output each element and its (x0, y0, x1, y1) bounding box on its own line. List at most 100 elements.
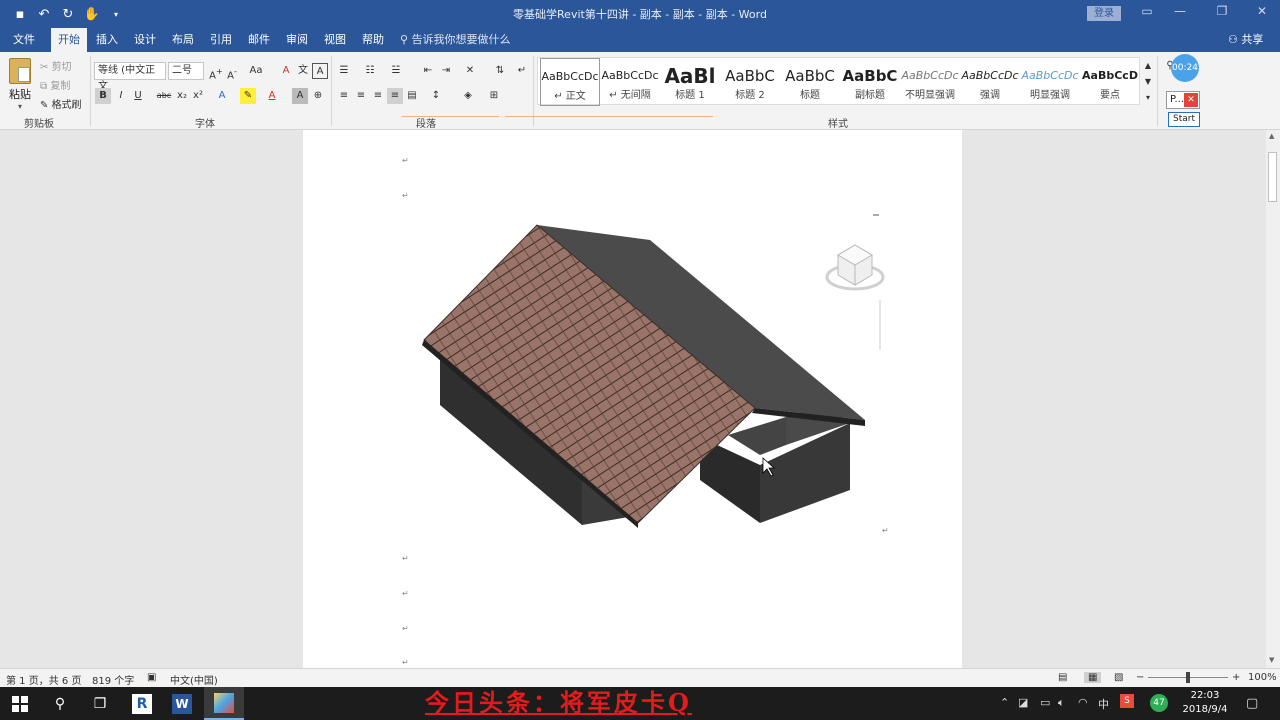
task-view-icon[interactable]: ❐ (80, 687, 120, 720)
tab-help[interactable]: 帮助 (355, 28, 391, 52)
highlight-icon[interactable]: ✎ (240, 88, 256, 104)
scroll-thumb[interactable] (1268, 152, 1277, 202)
zoom-in-icon[interactable]: + (1232, 672, 1240, 683)
style-emphasis[interactable]: AaBbCcDc 强调 (960, 58, 1020, 106)
subscript-icon[interactable]: x₂ (174, 88, 190, 104)
asian-layout-icon[interactable]: ✕ (462, 63, 478, 79)
recorder-close-icon[interactable]: ✕ (1184, 93, 1198, 107)
zoom-level[interactable]: 100% (1248, 672, 1277, 683)
start-button[interactable] (0, 687, 40, 720)
zoom-out-icon[interactable]: − (1136, 672, 1144, 683)
sort-icon[interactable]: ⇅ (492, 63, 508, 79)
recording-timer[interactable]: 00:24 (1171, 54, 1199, 82)
tab-references[interactable]: 引用 (203, 28, 239, 52)
tell-me-box[interactable]: ⚲ 告诉我你想要做什么 (400, 28, 511, 52)
char-shading-icon[interactable]: A (292, 88, 308, 104)
superscript-icon[interactable]: x² (190, 88, 206, 104)
volume-icon[interactable]: 🔈︎ (1058, 696, 1065, 710)
styles-more-icon[interactable]: ▾ (1140, 90, 1156, 106)
share-button[interactable]: ⚇ 共享 (1228, 28, 1263, 52)
phonetic-guide-icon[interactable]: 文 (295, 63, 311, 79)
font-name-combo[interactable]: 等线 (中文正文 (94, 62, 166, 92)
italic-icon[interactable]: I (113, 88, 129, 104)
ime-indicator[interactable]: 中 (1098, 696, 1109, 712)
text-effects-icon[interactable]: A (214, 88, 230, 104)
grow-font-icon[interactable]: A+ (208, 63, 224, 81)
styles-scroll-up-icon[interactable]: ▲ (1140, 58, 1156, 74)
recorder-start-button[interactable]: Start (1168, 112, 1200, 127)
tray-app-icon[interactable]: ◪ (1018, 696, 1028, 709)
paste-dropdown-icon[interactable]: ▾ (6, 102, 34, 111)
scroll-down-icon[interactable]: ▼ (1269, 656, 1274, 664)
tab-view[interactable]: 视图 (317, 28, 353, 52)
cut-button[interactable]: ✂ 剪切 (40, 58, 72, 73)
shrink-font-icon[interactable]: A- (224, 63, 240, 81)
shading-icon[interactable]: ◈ (460, 88, 476, 104)
revit-app-icon[interactable]: R (122, 687, 162, 720)
clear-format-icon[interactable]: A (278, 63, 294, 79)
underline-icon[interactable]: U (130, 88, 146, 104)
proofing-icon[interactable]: ▣ (147, 672, 156, 683)
ribbon-display-icon[interactable]: ▭ (1137, 4, 1157, 18)
style-heading-2[interactable]: AaBbC 标题 2 (720, 58, 780, 106)
word-app-icon[interactable]: W (162, 687, 202, 720)
login-button[interactable]: 登录 (1087, 6, 1121, 21)
distribute-icon[interactable]: ▤ (404, 88, 420, 104)
vertical-scrollbar[interactable]: ▲ ▼ (1266, 130, 1280, 668)
copy-button[interactable]: ⧉ 复制 (40, 77, 70, 92)
align-center-icon[interactable]: ≡ (353, 88, 369, 104)
paint-app-icon[interactable] (204, 687, 244, 720)
tab-review[interactable]: 审阅 (279, 28, 315, 52)
web-layout-icon[interactable]: ▧ (1114, 672, 1123, 683)
recorder-panel[interactable]: P... ✕ (1166, 91, 1200, 109)
sogou-icon[interactable]: S (1120, 694, 1134, 708)
font-color-icon[interactable]: A (264, 88, 280, 104)
style-subtle-emphasis[interactable]: AaBbCcDc 不明显强调 (900, 58, 960, 106)
tab-file[interactable]: 文件 (6, 28, 42, 52)
battery-icon[interactable]: ▭ (1040, 696, 1050, 709)
language[interactable]: 中文(中国) (170, 672, 218, 687)
house-3d-image[interactable] (410, 205, 890, 535)
char-border-icon[interactable]: A (312, 63, 328, 79)
numbering-icon[interactable]: ☷ (362, 63, 378, 79)
justify-icon[interactable]: ≡ (387, 88, 403, 104)
print-layout-icon[interactable]: ▦ (1084, 672, 1102, 683)
styles-scroll-down-icon[interactable]: ▼ (1140, 74, 1156, 90)
font-size-combo[interactable]: 二号 (168, 62, 204, 80)
search-icon[interactable]: ⚲ (40, 687, 80, 720)
tab-insert[interactable]: 插入 (89, 28, 125, 52)
minimize-button[interactable]: — (1170, 4, 1190, 18)
maximize-button[interactable]: ❐ (1212, 4, 1232, 18)
action-center-icon[interactable]: ▢ (1246, 696, 1258, 711)
notification-badge[interactable]: 47 (1150, 694, 1168, 712)
page-count[interactable]: 第 1 页，共 6 页 (6, 672, 81, 687)
close-button[interactable]: ✕ (1252, 4, 1272, 18)
align-right-icon[interactable]: ≡ (370, 88, 386, 104)
format-painter-button[interactable]: ✎ 格式刷 (40, 96, 82, 111)
bullets-icon[interactable]: ☰ (336, 63, 352, 79)
multilevel-list-icon[interactable]: ☱ (388, 63, 404, 79)
read-mode-icon[interactable]: ▤ (1058, 672, 1067, 683)
style-heading-1[interactable]: AaBl 标题 1 (660, 58, 720, 106)
strikethrough-icon[interactable]: abc (156, 88, 172, 104)
tab-home[interactable]: 开始 (51, 28, 87, 52)
style-intense-emphasis[interactable]: AaBbCcDc 明显强调 (1020, 58, 1080, 106)
increase-indent-icon[interactable]: ⇥ (438, 63, 454, 79)
decrease-indent-icon[interactable]: ⇤ (420, 63, 436, 79)
paste-button[interactable]: 粘贴 ▾ (6, 58, 34, 111)
change-case-icon[interactable]: Aa (248, 63, 264, 79)
bold-icon[interactable]: B (95, 88, 111, 104)
network-icon[interactable]: ◠ (1078, 696, 1088, 709)
tab-design[interactable]: 设计 (127, 28, 163, 52)
enclose-char-icon[interactable]: ⊕ (310, 88, 326, 104)
align-left-icon[interactable]: ≡ (336, 88, 352, 104)
style-subtitle[interactable]: AaBbC 副标题 (840, 58, 900, 106)
tab-mailings[interactable]: 邮件 (241, 28, 277, 52)
show-marks-icon[interactable]: ↵ (514, 63, 530, 79)
style-normal[interactable]: AaBbCcDc ↵ 正文 (540, 58, 600, 106)
view-cube-icon[interactable] (825, 244, 885, 291)
word-count[interactable]: 819 个字 (92, 672, 134, 687)
tray-expand-icon[interactable]: ⌃ (1000, 696, 1009, 709)
tab-layout[interactable]: 布局 (165, 28, 201, 52)
style-strong[interactable]: AaBbCcD 要点 (1080, 58, 1140, 106)
